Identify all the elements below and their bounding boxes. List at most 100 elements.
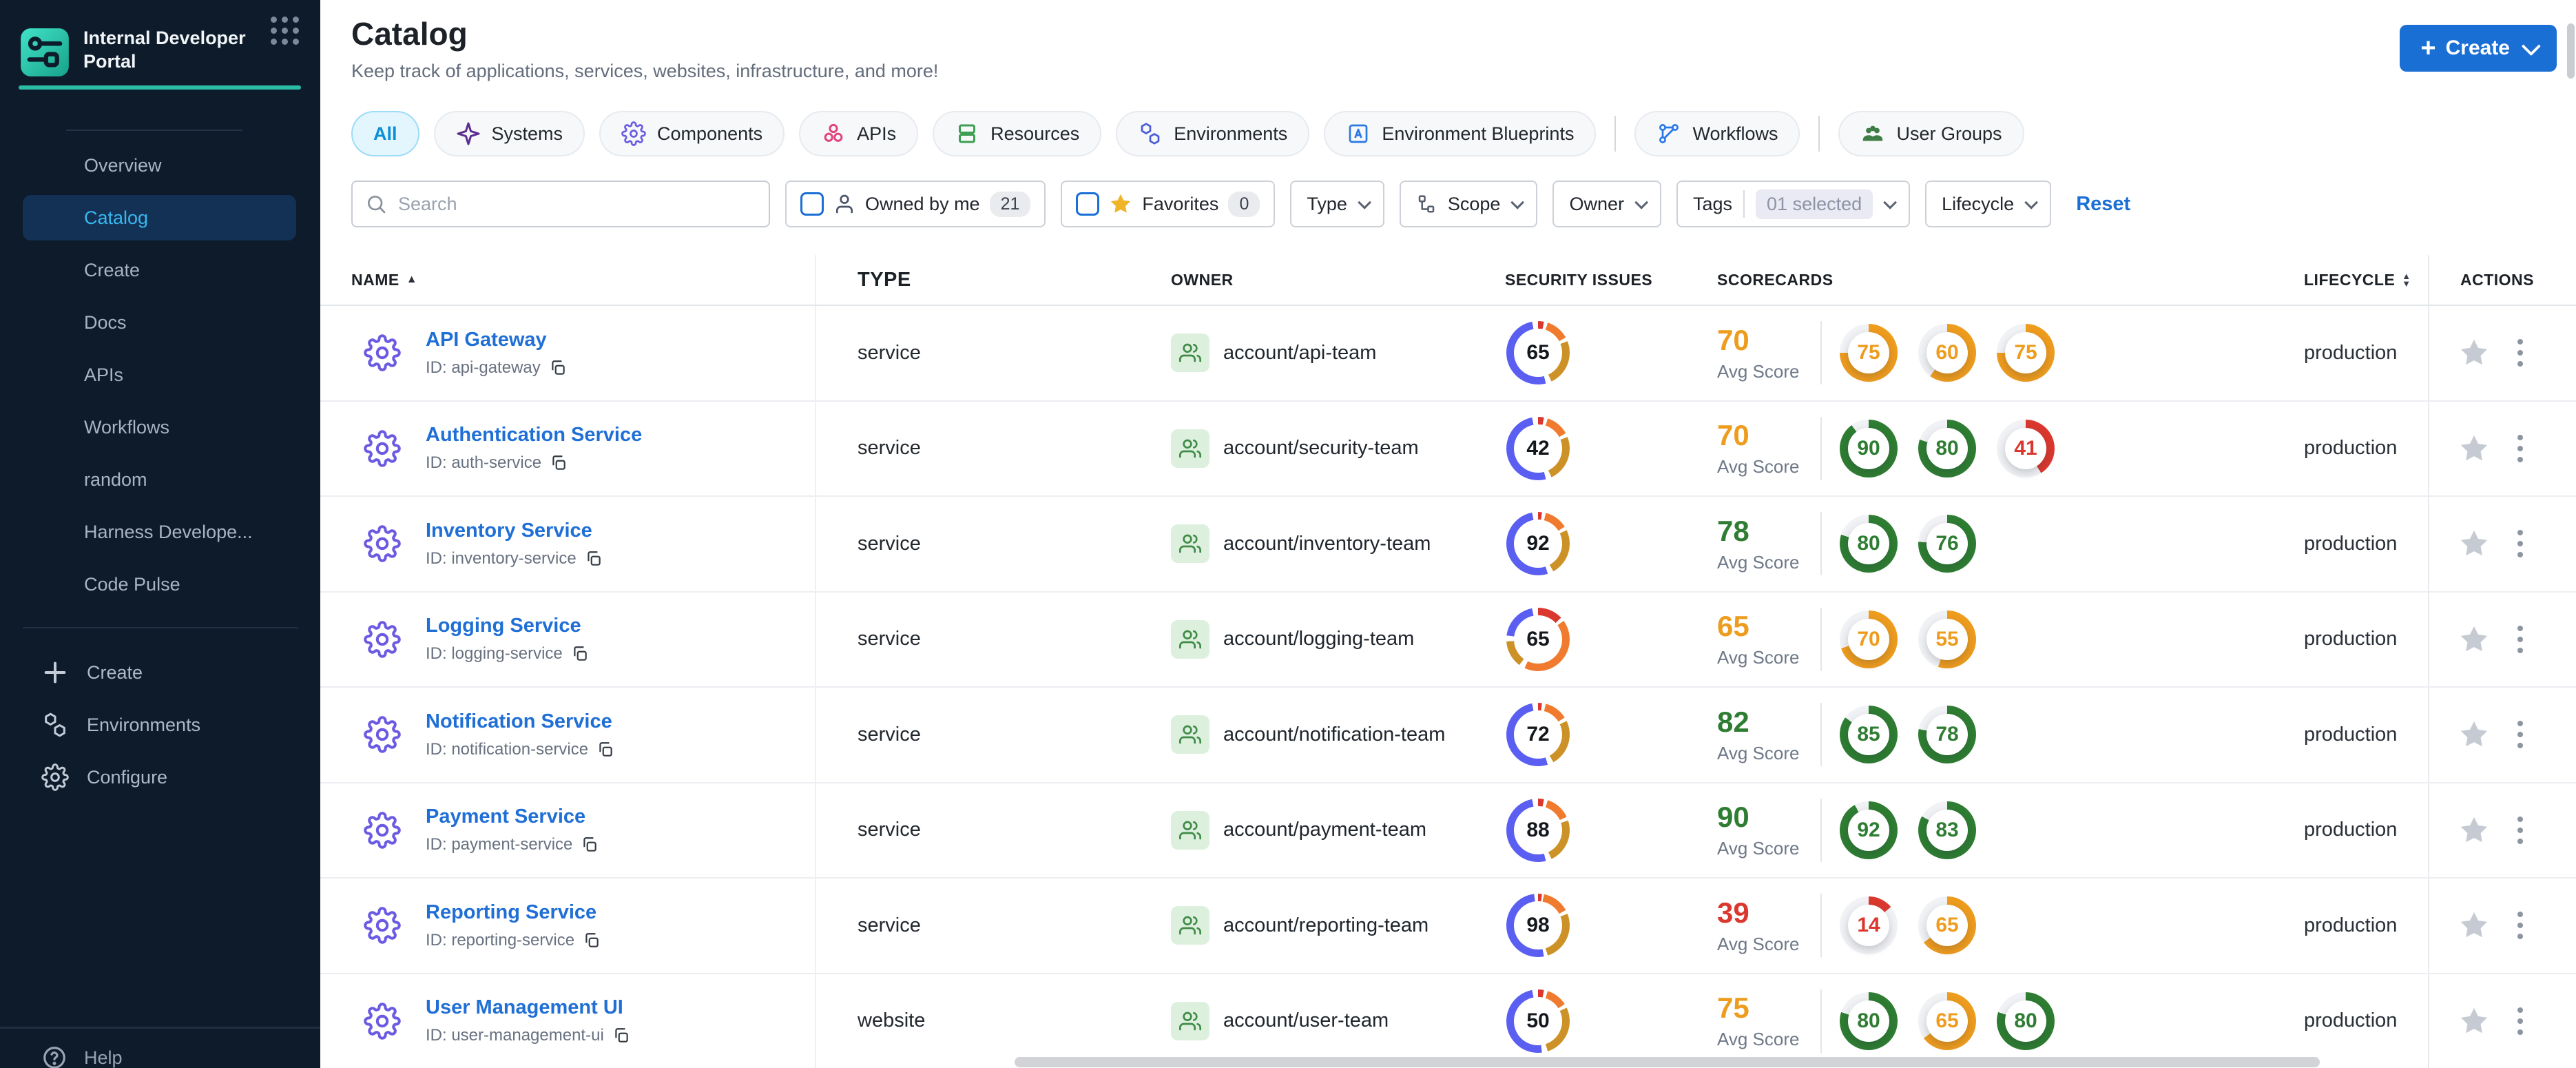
row-menu-button[interactable] bbox=[2513, 812, 2527, 848]
chevron-down-icon bbox=[1634, 195, 1649, 209]
search-input[interactable] bbox=[397, 192, 756, 216]
owner-name[interactable]: account/logging-team bbox=[1223, 628, 1414, 650]
owner-dropdown-label: Owner bbox=[1569, 193, 1624, 214]
entity-name-link[interactable]: Notification Service bbox=[426, 710, 612, 732]
create-button[interactable]: + Create bbox=[2400, 25, 2557, 72]
favorite-star-button[interactable] bbox=[2458, 433, 2490, 464]
row-menu-button[interactable] bbox=[2513, 907, 2527, 943]
copy-icon[interactable] bbox=[596, 741, 614, 759]
copy-icon[interactable] bbox=[550, 454, 568, 472]
type-dropdown[interactable]: Type bbox=[1290, 181, 1384, 227]
tab-all[interactable]: All bbox=[351, 111, 419, 156]
sidebar-item-workflows[interactable]: Workflows bbox=[0, 401, 320, 453]
scope-dropdown[interactable]: Scope bbox=[1399, 181, 1538, 227]
column-header-name[interactable]: NAME ▲ bbox=[351, 255, 816, 305]
row-menu-button[interactable] bbox=[2513, 717, 2527, 752]
entity-name-link[interactable]: User Management UI bbox=[426, 996, 623, 1018]
owned-by-me-filter[interactable]: Owned by me 21 bbox=[785, 181, 1046, 227]
tab-apis[interactable]: APIs bbox=[799, 111, 919, 156]
favorite-star-button[interactable] bbox=[2458, 910, 2490, 941]
owner-dropdown[interactable]: Owner bbox=[1552, 181, 1661, 227]
horizontal-scrollbar[interactable] bbox=[1015, 1057, 2320, 1067]
app-grid-icon[interactable] bbox=[271, 17, 301, 47]
owner-name[interactable]: account/security-team bbox=[1223, 437, 1419, 460]
tab-environments[interactable]: Environments bbox=[1116, 111, 1310, 156]
favorite-star-button[interactable] bbox=[2458, 719, 2490, 750]
scorecard-ring: 75 bbox=[1840, 324, 1898, 382]
apis-icon bbox=[821, 121, 846, 146]
entity-name-link[interactable]: Payment Service bbox=[426, 805, 585, 828]
search-box[interactable] bbox=[351, 181, 770, 227]
owner-name[interactable]: account/inventory-team bbox=[1223, 533, 1431, 555]
security-issues-value: 98 bbox=[1514, 901, 1562, 950]
copy-icon[interactable] bbox=[612, 1027, 630, 1045]
sidebar-item-catalog[interactable]: Catalog bbox=[0, 192, 320, 244]
copy-icon[interactable] bbox=[549, 359, 567, 377]
entity-name-link[interactable]: Reporting Service bbox=[426, 901, 596, 923]
sidebar-bottom-item-create[interactable]: Create bbox=[0, 646, 320, 699]
favorite-star-button[interactable] bbox=[2458, 624, 2490, 655]
tab-workflows[interactable]: Workflows bbox=[1634, 111, 1800, 156]
tab-components[interactable]: Components bbox=[599, 111, 785, 156]
sidebar-item-docs[interactable]: Docs bbox=[0, 296, 320, 349]
entity-id: ID: logging-service bbox=[426, 644, 563, 664]
gear-icon bbox=[41, 763, 69, 791]
row-menu-button[interactable] bbox=[2513, 1003, 2527, 1039]
entity-name-link[interactable]: Authentication Service bbox=[426, 424, 642, 446]
avg-score-label: Avg Score bbox=[1717, 742, 1800, 763]
sidebar-item-code-pulse[interactable]: Code Pulse bbox=[0, 558, 320, 610]
copy-icon[interactable] bbox=[581, 836, 599, 854]
tab-environment-blueprints[interactable]: Environment Blueprints bbox=[1324, 111, 1597, 156]
lifecycle-dropdown[interactable]: Lifecycle bbox=[1925, 181, 2052, 227]
avg-score-label: Avg Score bbox=[1717, 647, 1800, 668]
security-issues-value: 65 bbox=[1514, 329, 1562, 378]
sidebar-item-harness-develope-[interactable]: Harness Develope... bbox=[0, 506, 320, 558]
favorite-star-button[interactable] bbox=[2458, 337, 2490, 369]
favorite-star-button[interactable] bbox=[2458, 1005, 2490, 1037]
lifecycle-value: production bbox=[2304, 628, 2398, 650]
row-menu-button[interactable] bbox=[2513, 622, 2527, 657]
favorite-star-button[interactable] bbox=[2458, 814, 2490, 846]
tab-user-groups[interactable]: User Groups bbox=[1838, 111, 2024, 156]
favorite-star-button[interactable] bbox=[2458, 528, 2490, 559]
sidebar-item-overview[interactable]: Overview bbox=[0, 139, 320, 192]
sidebar-item-create[interactable]: Create bbox=[0, 244, 320, 296]
entity-name-link[interactable]: Logging Service bbox=[426, 615, 581, 637]
vertical-scrollbar[interactable] bbox=[2567, 23, 2575, 79]
owner-name[interactable]: account/reporting-team bbox=[1223, 914, 1429, 937]
tab-systems[interactable]: Systems bbox=[433, 111, 585, 156]
sidebar-bottom-item-environments[interactable]: Environments bbox=[0, 699, 320, 751]
sidebar-bottom-item-configure[interactable]: Configure bbox=[0, 751, 320, 803]
owned-by-me-checkbox[interactable] bbox=[800, 192, 824, 216]
reset-filters-button[interactable]: Reset bbox=[2076, 193, 2130, 216]
column-header-lifecycle[interactable]: LIFECYCLE ▲ ▼ bbox=[2304, 255, 2428, 305]
row-menu-button[interactable] bbox=[2513, 431, 2527, 466]
entity-name-link[interactable]: Inventory Service bbox=[426, 520, 592, 542]
copy-icon[interactable] bbox=[585, 550, 603, 568]
copy-icon[interactable] bbox=[571, 645, 589, 663]
create-button-label: Create bbox=[2445, 37, 2510, 59]
row-menu-button[interactable] bbox=[2513, 526, 2527, 562]
entity-id: ID: payment-service bbox=[426, 835, 573, 854]
tags-dropdown[interactable]: Tags 01 selected bbox=[1676, 181, 1911, 227]
owner-name[interactable]: account/user-team bbox=[1223, 1009, 1389, 1032]
scorecard-ring-value: 14 bbox=[1848, 905, 1889, 947]
copy-icon[interactable] bbox=[583, 932, 601, 949]
avg-score-label: Avg Score bbox=[1717, 1029, 1800, 1050]
favorites-filter[interactable]: Favorites 0 bbox=[1061, 181, 1276, 227]
owner-name[interactable]: account/notification-team bbox=[1223, 723, 1445, 746]
owner-name[interactable]: account/api-team bbox=[1223, 342, 1376, 364]
scorecard-ring: 85 bbox=[1840, 706, 1898, 764]
table-body: API Gateway ID: api-gateway service acco… bbox=[320, 306, 2576, 1068]
security-issues-donut: 72 bbox=[1506, 703, 1570, 767]
sidebar-item-random[interactable]: random bbox=[0, 453, 320, 506]
sidebar-item-apis[interactable]: APIs bbox=[0, 349, 320, 401]
sidebar-item-help[interactable]: Help bbox=[41, 1045, 123, 1068]
tab-resources[interactable]: Resources bbox=[933, 111, 1102, 156]
scorecard-ring-value: 60 bbox=[1926, 332, 1968, 374]
row-menu-button[interactable] bbox=[2513, 335, 2527, 371]
owner-name[interactable]: account/payment-team bbox=[1223, 819, 1426, 841]
favorites-checkbox[interactable] bbox=[1076, 192, 1100, 216]
entity-name-link[interactable]: API Gateway bbox=[426, 329, 547, 351]
security-issues-value: 50 bbox=[1514, 996, 1562, 1045]
